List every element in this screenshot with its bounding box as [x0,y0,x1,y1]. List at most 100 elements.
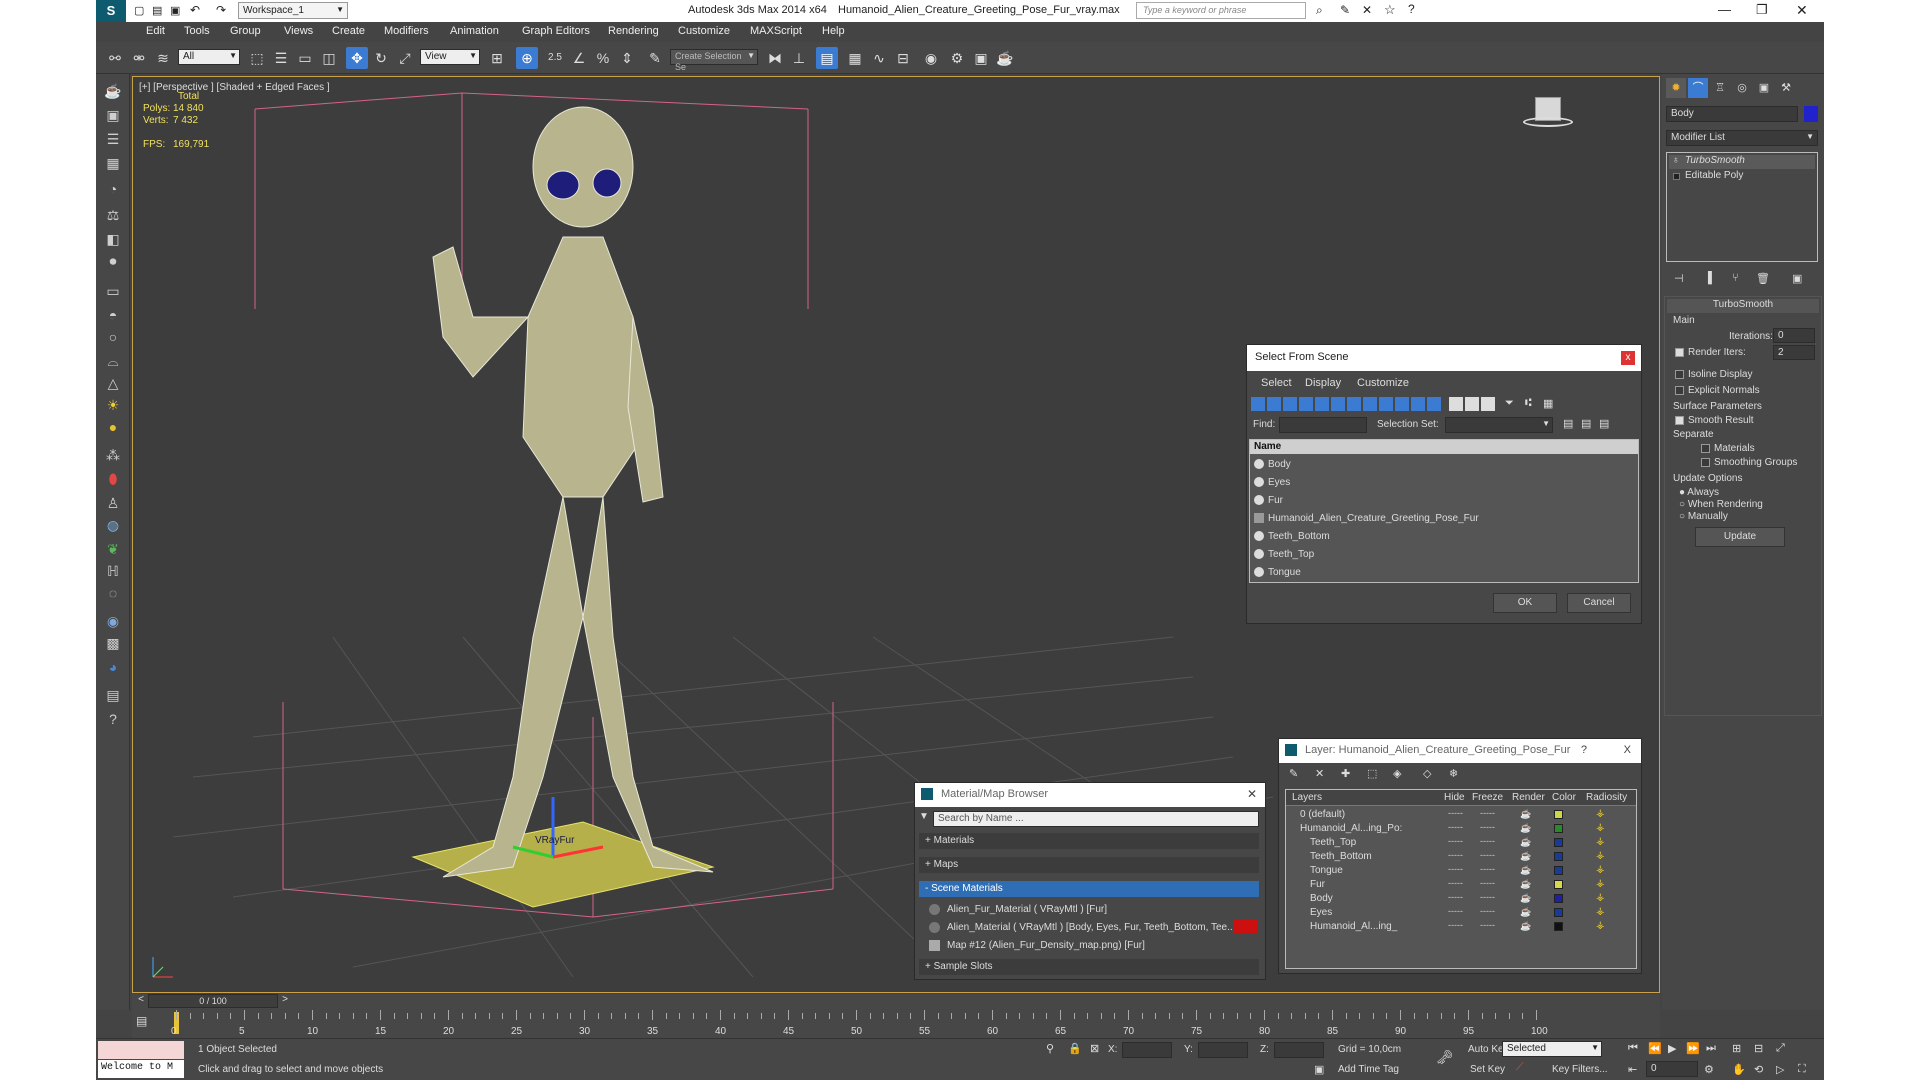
dome-icon[interactable]: ◓ [102,304,124,326]
torus-icon[interactable]: ● [102,416,124,438]
menu-group[interactable]: Group [230,25,261,37]
table-icon[interactable]: ▦ [102,152,124,174]
helpers-filter-icon[interactable] [1315,397,1329,411]
hide-all-icon[interactable]: ◇ [1423,767,1431,780]
capsule-icon[interactable]: ⬮ [102,468,124,490]
select-set-icon[interactable]: ▤ [1563,417,1573,430]
key-mode-toggle-icon[interactable]: ⇤ [1628,1063,1637,1076]
zoom-all-icon[interactable]: ⊟ [1754,1042,1763,1055]
leaf-icon[interactable]: ❦ [102,538,124,560]
curve-editor-icon[interactable]: ∿ [868,47,890,69]
cameras-filter-icon[interactable] [1299,397,1313,411]
render-iters-spinner[interactable]: 2 [1773,345,1815,360]
select-and-manipulate-icon[interactable]: ⊕ [516,47,538,69]
hide-toggle[interactable]: ----- [1448,808,1463,818]
utilities-tab-icon[interactable]: ⚒ [1776,78,1796,98]
hide-toggle[interactable]: ----- [1448,850,1463,860]
material-item[interactable]: Alien_Fur_Material ( VRayMtl ) [Fur] [925,901,1257,919]
menu-views[interactable]: Views [284,25,313,37]
header-layers[interactable]: Layers [1292,792,1322,803]
layer-row[interactable]: Fur ----- ----- ☕ ⚶ [1286,878,1636,892]
current-frame-field[interactable]: 0 [1646,1061,1698,1077]
layer-row[interactable]: Body ----- ----- ☕ ⚶ [1286,892,1636,906]
schematic-view-icon[interactable]: ⊟ [892,47,914,69]
hide-toggle[interactable]: ----- [1448,836,1463,846]
freeze-toggle[interactable]: ----- [1480,878,1495,888]
new-file-icon[interactable]: ▢ [134,4,144,17]
spinner-snap-icon[interactable]: ⇕ [616,47,638,69]
pin-stack-icon[interactable]: ⊣ [1674,272,1684,285]
show-end-result-icon[interactable]: ▐ [1704,272,1712,284]
time-tag-lock-icon[interactable]: ▣ [1314,1063,1324,1076]
layer-row[interactable]: Eyes ----- ----- ☕ ⚶ [1286,906,1636,920]
help-circle-icon[interactable]: ? [102,708,124,730]
header-freeze[interactable]: Freeze [1472,792,1503,803]
layer-row[interactable]: Tongue ----- ----- ☕ ⚶ [1286,864,1636,878]
sun-icon[interactable]: ☀ [102,394,124,416]
ok-button[interactable]: OK [1493,593,1557,613]
radiosity-icon[interactable]: ⚶ [1596,822,1605,833]
pan-view-icon[interactable]: ✋ [1732,1063,1746,1076]
rectangular-selection-icon[interactable]: ▭ [294,47,316,69]
layer-row[interactable]: Teeth_Top ----- ----- ☕ ⚶ [1286,836,1636,850]
when-rendering-radio[interactable]: ○ When Rendering [1679,499,1763,510]
monitor-icon[interactable]: ▣ [102,104,124,126]
list-item[interactable]: Tongue [1252,564,1636,582]
scale-icon[interactable]: ⚖ [102,204,124,226]
browser-options-icon[interactable]: ▼ [919,811,929,822]
biped-icon[interactable]: ♙ [102,492,124,514]
configure-sets-icon[interactable]: ▣ [1792,272,1802,285]
ball-icon[interactable]: ◉ [102,610,124,632]
lights-filter-icon[interactable] [1283,397,1297,411]
freeze-toggle[interactable]: ----- [1480,836,1495,846]
rollout-title[interactable]: TurboSmooth [1667,299,1819,313]
menu-edit[interactable]: Edit [146,25,165,37]
cancel-button[interactable]: Cancel [1567,593,1631,613]
save-file-icon[interactable]: ▣ [170,4,180,17]
layer-color-swatch[interactable] [1554,908,1563,917]
menu-modifiers[interactable]: Modifiers [384,25,429,37]
iterations-spinner[interactable]: 0 [1773,328,1815,343]
radiosity-icon[interactable]: ⚶ [1596,878,1605,889]
save-icon[interactable]: ▤ [102,684,124,706]
communication-icon[interactable]: ✕ [1362,3,1372,17]
graphite-ribbon-icon[interactable]: ▦ [844,47,866,69]
frozen-filter-icon[interactable] [1411,397,1425,411]
box-icon[interactable]: ▭ [102,280,124,302]
display-tab-icon[interactable]: ▣ [1754,78,1774,98]
name-column-header[interactable]: Name [1250,440,1638,454]
scene-materials-section[interactable]: - Scene Materials [919,881,1259,897]
radiosity-icon[interactable]: ⚶ [1596,920,1605,931]
lightbulb-icon[interactable]: ♁ [1672,155,1680,166]
prev-key-icon[interactable]: ⏪ [1648,1042,1662,1055]
menu-animation[interactable]: Animation [450,25,499,37]
link-icon[interactable]: ⚯ [104,47,126,69]
add-to-layer-icon[interactable]: ✚ [1341,767,1350,780]
render-teapot-icon[interactable]: ☕ [1520,907,1531,918]
minimize-icon[interactable]: — [1718,2,1731,17]
radiosity-icon[interactable]: ⚶ [1596,892,1605,903]
time-configuration-icon[interactable]: ⚙ [1704,1063,1714,1076]
maximize-viewport-icon[interactable]: ⤢ [1776,1042,1785,1055]
layer-row[interactable]: Teeth_Bottom ----- ----- ☕ ⚶ [1286,850,1636,864]
camera-icon[interactable]: ◧ [102,228,124,250]
modify-tab-icon[interactable]: ⌒ [1688,78,1708,98]
render-teapot-icon[interactable]: ☕ [1520,837,1531,848]
layer-row[interactable]: Humanoid_Al...ing_ ----- ----- ☕ ⚶ [1286,920,1636,934]
checker-icon[interactable]: ▩ [102,632,124,654]
list-item[interactable]: Body [1252,456,1636,474]
pivot-center-icon[interactable]: ⊞ [486,47,508,69]
track-bar[interactable]: ▤ 0 5 10 15 20 25 30 35 40 45 50 55 60 65 70 75 80 85 90 95… [132,1010,1660,1038]
undo-icon[interactable]: ↶ [190,3,200,17]
columns-icon[interactable]: ▦ [1543,397,1553,410]
search-input[interactable]: Type a keyword or phrase [1136,2,1306,19]
close-icon[interactable]: ✕ [1247,787,1257,801]
go-to-start-icon[interactable]: ⏮ [1628,1042,1638,1055]
render-teapot-icon[interactable]: ☕ [1520,893,1531,904]
always-radio[interactable]: ● Always [1679,487,1719,498]
favorites-icon[interactable]: ☆ [1384,2,1396,18]
selection-lock-icon[interactable]: 🔒 [1068,1042,1082,1055]
menu-rendering[interactable]: Rendering [608,25,659,37]
layer-color-swatch[interactable] [1554,838,1563,847]
smoothing-groups-checkbox[interactable]: Smoothing Groups [1701,457,1797,468]
